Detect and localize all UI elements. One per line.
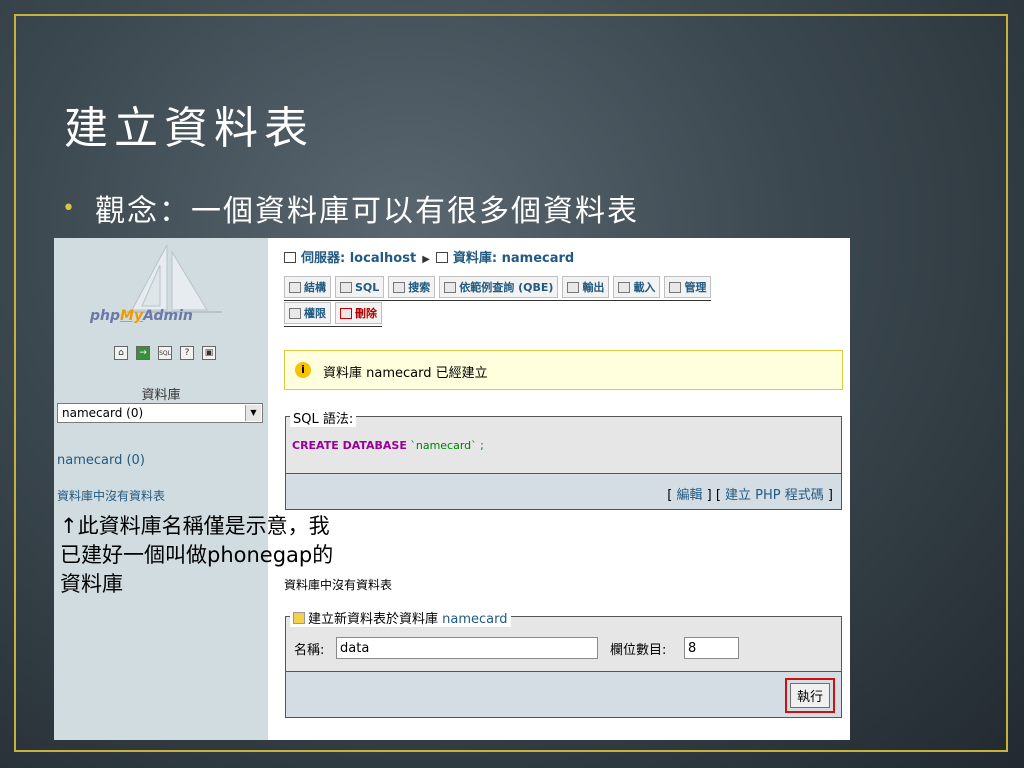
sidebar-db-link[interactable]: namecard (0) (57, 453, 145, 468)
column-count-label: 欄位數目: (610, 643, 667, 658)
tab-privileges[interactable]: 權限 (284, 302, 331, 324)
query-icon (444, 281, 457, 293)
server-icon (284, 252, 296, 263)
sql-box-legend: SQL 語法: (290, 408, 357, 427)
exit-icon[interactable]: → (136, 346, 150, 360)
go-button[interactable]: 執行 (789, 683, 830, 708)
sql-query-text: CREATE DATABASE `namecard` ; (292, 439, 484, 452)
db-select-label: 資料庫 (141, 388, 181, 403)
phpmyadmin-logo-text[interactable]: phpMyAdmin (90, 308, 193, 324)
annotation-note: ↑此資料庫名稱僅是示意，我 已建好一個叫做phonegap的 資料庫 (60, 512, 333, 599)
search-icon (393, 281, 406, 293)
create-table-legend: 建立新資料表於資料庫 namecard (290, 608, 511, 627)
table-name-label: 名稱: (294, 643, 325, 658)
database-icon (435, 252, 448, 263)
sql-query-box: SQL 語法: CREATE DATABASE `namecard` ; (285, 408, 842, 474)
tab-import[interactable]: 載入 (613, 276, 661, 298)
export-icon (567, 281, 580, 293)
new-table-icon (293, 612, 305, 624)
chevron-down-icon: ▼ (245, 405, 261, 421)
slide-bullet: • 觀念：一個資料庫可以有很多個資料表 (62, 186, 639, 230)
sql-box-footer: [ 編輯 ] [ 建立 PHP 程式碼 ] (285, 474, 842, 510)
sql-icon (340, 281, 352, 293)
tab-structure[interactable]: 結構 (284, 276, 331, 298)
create-php-code-link[interactable]: 建立 PHP 程式碼 (725, 488, 824, 503)
phpmyadmin-screenshot: phpMyAdmin ⌂ → SQL ? ▣ 資料庫 namecard (0) … (54, 238, 850, 740)
sql-icon[interactable]: SQL (158, 346, 172, 360)
tab-bar-row-1: 結構 SQL 搜索 依範例查詢 (QBE) 輸出 載入 管理 (284, 276, 712, 301)
tab-export[interactable]: 輸出 (562, 276, 610, 298)
bullet-dot-icon: • (62, 195, 77, 221)
sidebar-icon-row: ⌂ → SQL ? ▣ (114, 346, 216, 360)
create-table-footer: 執行 (285, 672, 842, 718)
query-window-icon[interactable]: ▣ (202, 346, 216, 360)
tab-query-by-example[interactable]: 依範例查詢 (QBE) (439, 276, 559, 298)
pma-sidebar: phpMyAdmin ⌂ → SQL ? ▣ 資料庫 namecard (0) … (54, 238, 268, 740)
privileges-icon (289, 307, 301, 319)
breadcrumb-separator-icon: ▶ (422, 254, 430, 265)
column-count-input[interactable]: 8 (684, 637, 739, 659)
structure-icon (289, 281, 301, 293)
edit-sql-link[interactable]: 編輯 (676, 488, 702, 503)
home-icon[interactable]: ⌂ (114, 346, 128, 360)
wrench-icon (669, 281, 682, 293)
db-select[interactable]: namecard (0) ▼ (57, 403, 263, 423)
tab-bar-row-2: 權限 刪除 (284, 302, 382, 327)
table-name-input[interactable]: data (336, 637, 598, 659)
pma-main: 伺服器: localhost ▶ 資料庫: namecard 結構 SQL 搜索 依… (268, 238, 850, 740)
tab-search[interactable]: 搜索 (388, 276, 436, 298)
breadcrumb-database[interactable]: 資料庫: namecard (453, 251, 574, 266)
success-notice: i 資料庫 namecard 已經建立 (284, 350, 843, 390)
bullet-text: 觀念：一個資料庫可以有很多個資料表 (94, 194, 639, 229)
info-icon: i (295, 362, 311, 378)
annotation-line-2: 已建好一個叫做phonegap的 (60, 543, 334, 567)
tab-sql[interactable]: SQL (335, 276, 385, 298)
breadcrumb-server[interactable]: 伺服器: localhost (301, 251, 416, 266)
sidebar-no-tables-text: 資料庫中沒有資料表 (57, 489, 166, 503)
annotation-line-1: ↑此資料庫名稱僅是示意，我 (60, 514, 330, 538)
create-table-form: 建立新資料表於資料庫 namecard 名稱: data 欄位數目: 8 (285, 608, 842, 672)
slide-title: 建立資料表 (64, 103, 314, 154)
tab-operations[interactable]: 管理 (664, 276, 712, 298)
help-icon[interactable]: ? (180, 346, 194, 360)
annotation-line-3: 資料庫 (60, 572, 123, 596)
import-icon (618, 281, 631, 293)
delete-icon (340, 307, 352, 319)
tab-drop[interactable]: 刪除 (335, 302, 382, 324)
breadcrumb: 伺服器: localhost ▶ 資料庫: namecard (284, 247, 574, 266)
notice-text: 資料庫 namecard 已經建立 (323, 366, 488, 381)
go-button-highlight: 執行 (784, 678, 835, 713)
